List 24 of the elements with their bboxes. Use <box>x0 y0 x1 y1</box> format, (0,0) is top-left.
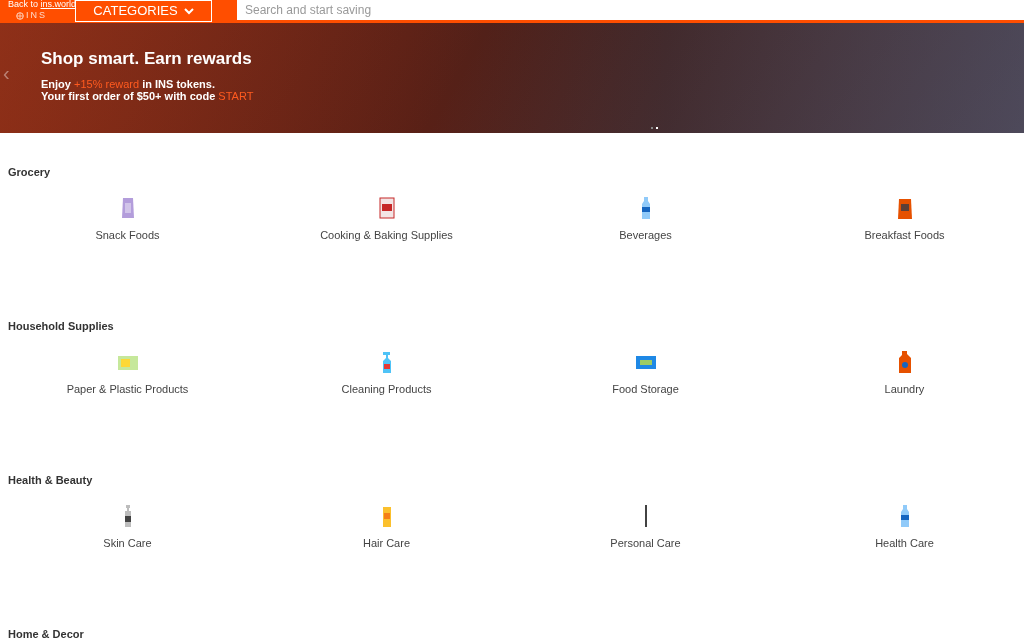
category-link[interactable]: Laundry <box>884 381 925 398</box>
section-heading: Health & Beauty <box>8 474 94 488</box>
category-link[interactable]: Snack Foods <box>95 227 160 244</box>
reward-text: Enjoy +15% reward in INS tokens. <box>41 78 216 91</box>
category-link[interactable]: Breakfast Foods <box>864 227 945 244</box>
section-heading: Home & Decor <box>8 628 85 641</box>
category-link[interactable]: Paper & Plastic Products <box>66 381 189 398</box>
category-link[interactable]: Personal Care <box>610 535 681 552</box>
category-link[interactable]: Health Care <box>875 535 934 552</box>
logo-text: INS <box>26 11 47 20</box>
search-field[interactable]: Search and start saving <box>237 0 1024 22</box>
category-link[interactable]: Skin Care <box>103 535 152 552</box>
logo-icon <box>16 11 24 20</box>
category-link[interactable]: Cleaning Products <box>341 381 432 398</box>
chevron-down-icon <box>183 7 194 15</box>
hero-title: Shop smart. Earn rewards <box>41 49 253 70</box>
category-link[interactable]: Hair Care <box>362 535 411 552</box>
promo-code-text: Your first order of $50+ with code START <box>41 90 255 103</box>
back-link-text: Back to <box>8 0 39 9</box>
category-link[interactable]: Food Storage <box>612 381 679 398</box>
section-heading: Grocery <box>8 166 52 180</box>
section-heading: Household Supplies <box>8 320 115 334</box>
category-link[interactable]: Cooking & Baking Supplies <box>320 227 453 244</box>
category-link[interactable]: Beverages <box>619 227 672 244</box>
